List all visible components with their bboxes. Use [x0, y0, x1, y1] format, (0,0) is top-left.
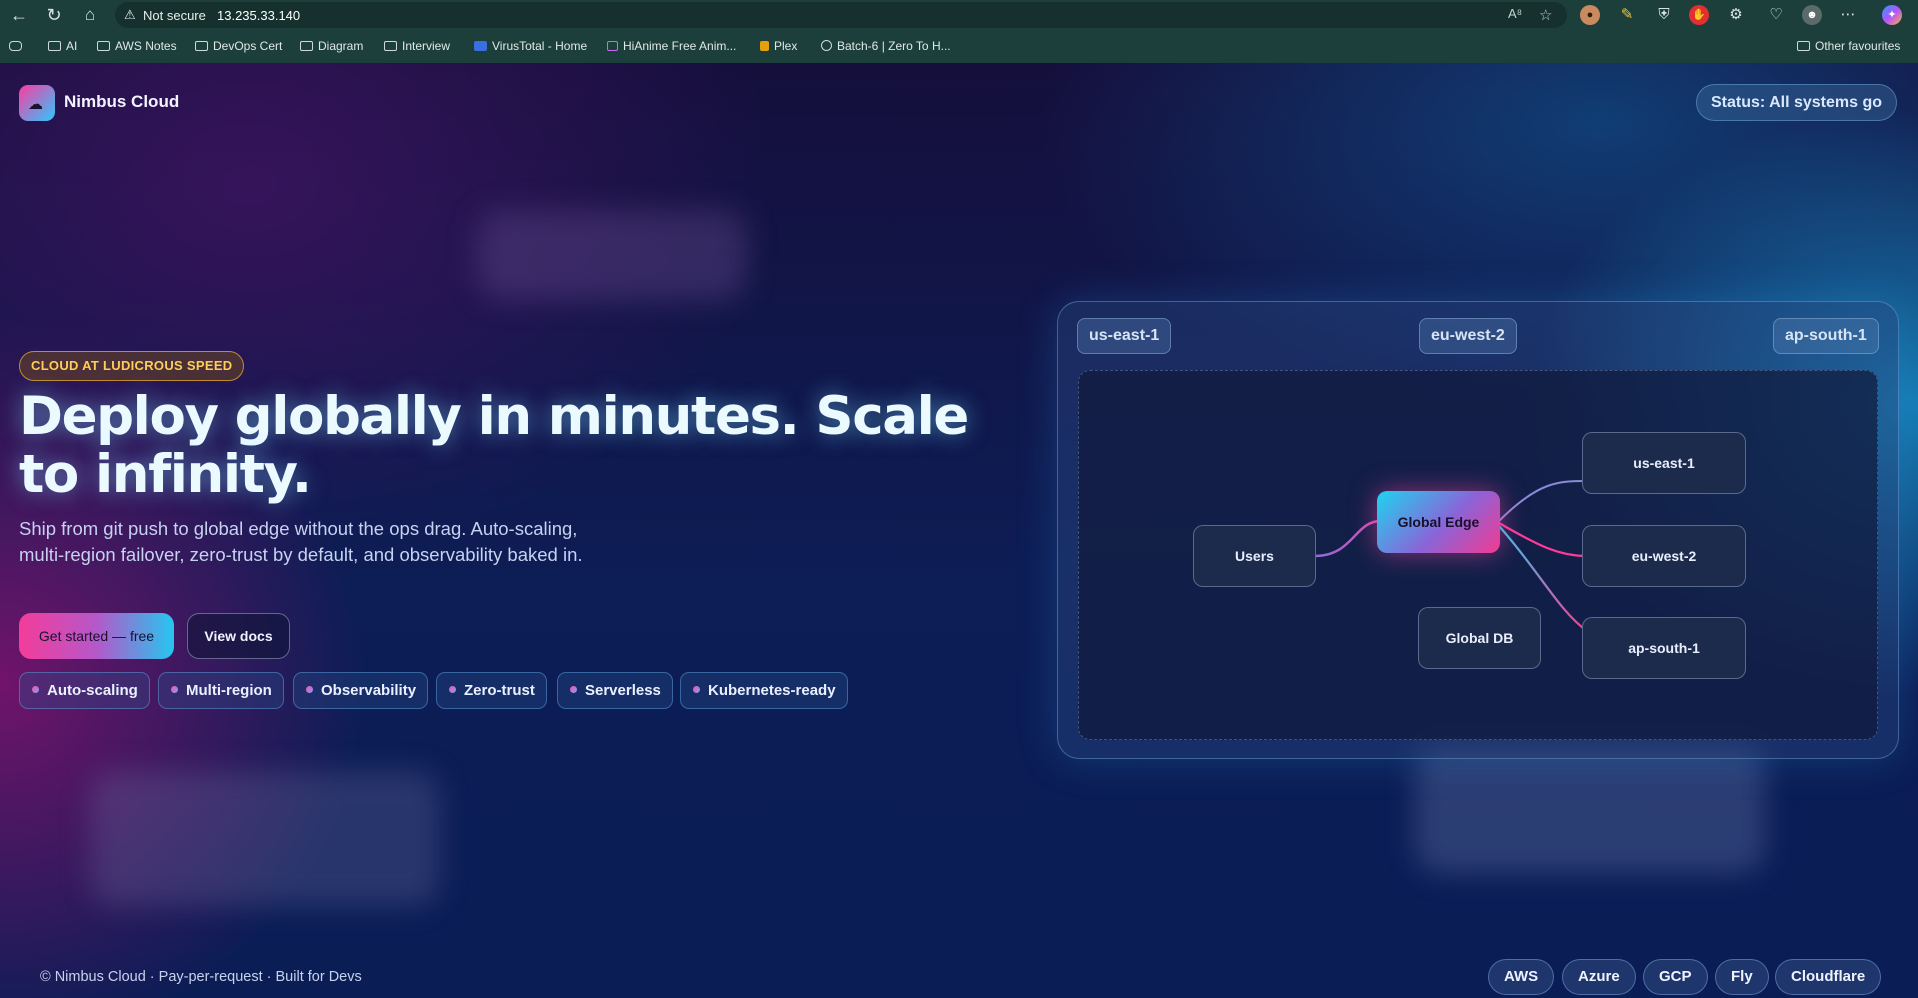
health-icon[interactable]: ♡	[1766, 5, 1786, 25]
batch-icon	[821, 40, 832, 51]
more-menu-icon[interactable]: ⋯	[1838, 5, 1858, 25]
highlighter-extension-icon[interactable]: ✎	[1617, 5, 1637, 25]
provider-chip-gcp[interactable]: GCP	[1643, 959, 1708, 995]
hero-eyebrow-badge: CLOUD AT LUDICROUS SPEED	[19, 351, 245, 381]
view-docs-button[interactable]: View docs	[187, 613, 290, 659]
adblock-extension-icon[interactable]: ✋	[1689, 5, 1709, 25]
diagram-canvas: Users Global Edge Global DB us-east-1 eu…	[1078, 370, 1878, 740]
bullet-dot-icon	[171, 686, 178, 693]
folder-icon	[1797, 41, 1810, 51]
node-global-edge: Global Edge	[1377, 491, 1500, 553]
bookmark-batch-6[interactable]: Batch-6 | Zero To H...	[821, 39, 951, 53]
node-us-east-1: us-east-1	[1582, 432, 1746, 494]
node-ap-south-1: ap-south-1	[1582, 617, 1746, 679]
provider-chip-aws[interactable]: AWS	[1488, 959, 1555, 995]
link-edge-eu-west	[1498, 522, 1588, 558]
bookmark-ai[interactable]: AI	[48, 39, 77, 53]
browser-toolbar: ← ↻ ⌂ ⚠ Not secure 13.235.33.140 A⁸ ☆ ● …	[0, 0, 1918, 30]
feature-chip-auto-scaling: Auto-scaling	[19, 672, 150, 709]
get-started-button[interactable]: Get started — free	[19, 613, 174, 659]
region-badge-us-east-1: us-east-1	[1077, 318, 1172, 354]
folder-icon	[48, 41, 61, 51]
warning-icon: ⚠	[124, 7, 136, 22]
bookmark-plex[interactable]: Plex	[760, 39, 797, 53]
bookmark-other-favourites[interactable]: Other favourites	[1797, 39, 1900, 53]
refresh-icon[interactable]: ↻	[43, 4, 65, 26]
status-badge: Status: All systems go	[1696, 84, 1898, 121]
provider-chip-fly[interactable]: Fly	[1715, 959, 1769, 995]
extension-icon[interactable]: ●	[1580, 5, 1600, 25]
bullet-dot-icon	[32, 686, 39, 693]
folder-icon	[195, 41, 208, 51]
feature-chip-multi-region: Multi-region	[158, 672, 284, 709]
bookmark-hianime[interactable]: HiAnime Free Anim...	[607, 39, 736, 53]
folder-icon	[97, 41, 110, 51]
favorite-star-icon[interactable]: ☆	[1539, 6, 1552, 24]
bullet-dot-icon	[449, 686, 456, 693]
feature-chip-serverless: Serverless	[557, 672, 673, 709]
blurred-decoration	[90, 771, 440, 906]
hero-headline: Deploy globally in minutes. Scale to inf…	[19, 386, 969, 505]
folder-icon	[300, 41, 313, 51]
tab-actions-icon[interactable]	[9, 39, 27, 53]
hero-subtitle: Ship from git push to global edge withou…	[19, 518, 583, 565]
virustotal-icon	[474, 41, 487, 51]
read-aloud-icon[interactable]: A⁸	[1508, 6, 1522, 21]
profile-avatar[interactable]: ☻	[1802, 5, 1822, 25]
link-users-edge	[1313, 519, 1382, 558]
bullet-dot-icon	[693, 686, 700, 693]
architecture-diagram-card: us-east-1 eu-west-2 ap-south-1 Users Glo…	[1057, 301, 1899, 759]
node-global-db: Global DB	[1418, 607, 1541, 669]
blurred-decoration	[477, 210, 747, 300]
bookmark-devops-cert[interactable]: DevOps Cert	[195, 39, 282, 53]
landing-page: ☁ Nimbus Cloud Status: All systems go CL…	[0, 63, 1918, 998]
node-users: Users	[1193, 525, 1316, 587]
bookmark-aws-notes[interactable]: AWS Notes	[97, 39, 177, 53]
brand-logo[interactable]: ☁	[19, 85, 55, 121]
browser-chrome: ← ↻ ⌂ ⚠ Not secure 13.235.33.140 A⁸ ☆ ● …	[0, 0, 1918, 63]
bookmarks-bar: AI AWS Notes DevOps Cert Diagram Intervi…	[0, 34, 1918, 60]
brand-name[interactable]: Nimbus Cloud	[64, 92, 179, 112]
cloud-icon: ☁	[28, 96, 43, 113]
provider-chip-cloudflare[interactable]: Cloudflare	[1775, 959, 1882, 995]
feature-chip-observability: Observability	[293, 672, 429, 709]
bullet-dot-icon	[570, 686, 577, 693]
bookmark-interview[interactable]: Interview	[384, 39, 450, 53]
feature-chip-zero-trust: Zero-trust	[436, 672, 547, 709]
provider-chip-azure[interactable]: Azure	[1562, 959, 1636, 995]
security-label: Not secure	[143, 8, 206, 23]
bookmark-diagram[interactable]: Diagram	[300, 39, 363, 53]
node-eu-west-2: eu-west-2	[1582, 525, 1746, 587]
bullet-dot-icon	[306, 686, 313, 693]
feature-chip-kubernetes-ready: Kubernetes-ready	[680, 672, 848, 709]
address-bar[interactable]: ⚠ Not secure 13.235.33.140 A⁸ ☆	[115, 2, 1567, 28]
footer-text: © Nimbus Cloud · Pay-per-request · Built…	[40, 969, 362, 985]
region-badge-ap-south-1: ap-south-1	[1773, 318, 1879, 354]
region-badge-eu-west-2: eu-west-2	[1419, 318, 1517, 354]
blurred-decoration	[1415, 743, 1765, 873]
hianime-icon	[607, 41, 618, 51]
back-icon[interactable]: ←	[8, 4, 30, 26]
home-icon[interactable]: ⌂	[79, 4, 101, 26]
folder-icon	[384, 41, 397, 51]
extensions-puzzle-icon[interactable]: ⚙	[1726, 5, 1746, 25]
url-text[interactable]: 13.235.33.140	[217, 8, 300, 23]
copilot-icon[interactable]: ✦	[1882, 5, 1902, 25]
bookmark-virustotal[interactable]: VirusTotal - Home	[474, 39, 587, 53]
link-edge-us-east	[1498, 480, 1588, 522]
plex-icon	[760, 41, 769, 51]
shield-extension-icon[interactable]: ⛨	[1654, 5, 1674, 25]
